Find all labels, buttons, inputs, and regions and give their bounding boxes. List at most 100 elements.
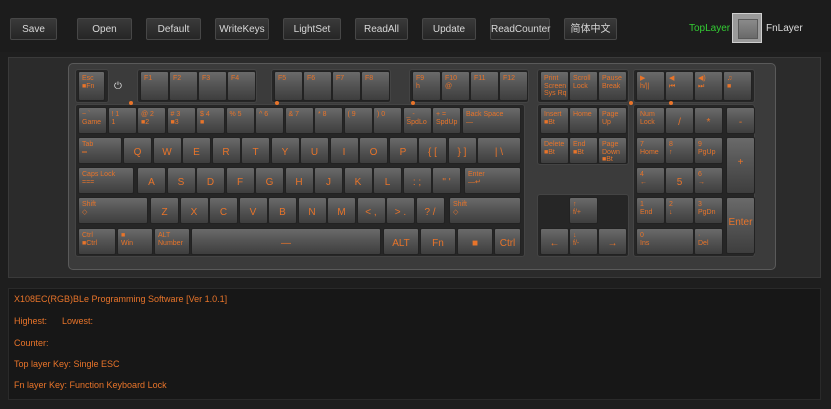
key-menu[interactable]: ■ <box>457 228 493 255</box>
key-n5[interactable]: % 5 <box>225 107 255 134</box>
key-m1[interactable]: ▶ h/|| <box>636 71 665 101</box>
key-home[interactable]: Home <box>569 107 598 134</box>
key-k[interactable]: K <box>343 167 373 194</box>
fnlayer-label[interactable]: FnLayer <box>766 23 803 34</box>
key-kpdot[interactable]: · Del <box>694 228 723 255</box>
key-prtsc[interactable]: Print Screen Sys Rq <box>540 71 569 101</box>
key-g[interactable]: G <box>255 167 284 194</box>
key-x[interactable]: X <box>179 197 209 224</box>
key-n6[interactable]: ^ 6 <box>255 107 284 134</box>
key-h[interactable]: H <box>284 167 314 194</box>
key-lshift[interactable]: Shift ◇ <box>78 197 148 224</box>
key-f8[interactable]: F8 <box>361 71 390 101</box>
key-p[interactable]: P <box>388 137 418 164</box>
key-rctrl[interactable]: Ctrl <box>494 228 521 255</box>
key-esc[interactable]: Esc ■Fn <box>78 71 105 101</box>
readcounter-button[interactable]: ReadCounter <box>490 18 550 40</box>
key-end[interactable]: End ■Bt <box>569 137 598 164</box>
key-f4[interactable]: F4 <box>227 71 256 101</box>
key-fn[interactable]: Fn <box>420 228 456 255</box>
key-n4[interactable]: $ 4 ■ <box>196 107 225 134</box>
key-lbr[interactable]: { [ <box>418 137 447 164</box>
key-bksp[interactable]: Back Space — <box>462 107 521 134</box>
open-button[interactable]: Open <box>77 18 132 40</box>
key-lalt[interactable]: ALT Number <box>154 228 190 255</box>
key-pgdn[interactable]: Page Down ■Bt <box>598 137 627 164</box>
key-kpminus[interactable]: - <box>726 107 755 134</box>
key-n1[interactable]: ! 1 1 <box>107 107 137 134</box>
key-up[interactable]: ↑ f/+ <box>569 197 598 224</box>
key-kpenter[interactable]: Enter <box>726 197 755 254</box>
key-equal[interactable]: + = SpdUp <box>432 107 461 134</box>
key-space[interactable]: — <box>191 228 381 255</box>
key-i[interactable]: I <box>329 137 359 164</box>
key-f12[interactable]: F12 <box>499 71 528 101</box>
key-r[interactable]: R <box>211 137 241 164</box>
key-y[interactable]: Y <box>270 137 300 164</box>
key-scrlk[interactable]: Scroll Lock <box>569 71 598 101</box>
key-u[interactable]: U <box>300 137 329 164</box>
key-period[interactable]: > . <box>386 197 415 224</box>
key-grave[interactable]: ~ ` Game <box>78 107 107 134</box>
key-a[interactable]: A <box>137 167 166 194</box>
key-s[interactable]: S <box>166 167 196 194</box>
key-kp5[interactable]: 5 <box>665 167 694 194</box>
key-tab[interactable]: Tab ═ <box>78 137 122 164</box>
key-m3[interactable]: ◀) ⏭ <box>694 71 723 101</box>
key-e[interactable]: E <box>182 137 211 164</box>
key-q[interactable]: Q <box>123 137 152 164</box>
key-f11[interactable]: F11 <box>470 71 499 101</box>
key-j[interactable]: J <box>314 167 343 194</box>
key-ralt[interactable]: ALT <box>383 228 419 255</box>
key-down[interactable]: ↓ f/- <box>569 228 598 255</box>
key-minus[interactable]: _ - SpdLo <box>402 107 432 134</box>
layer-toggle[interactable] <box>732 13 762 43</box>
key-semi[interactable]: : ; <box>402 167 432 194</box>
key-f1[interactable]: F1 <box>140 71 169 101</box>
key-kp8[interactable]: 8 ↑ <box>665 137 694 164</box>
language-button[interactable]: 简体中文 <box>564 18 617 40</box>
key-kp1[interactable]: 1 End <box>636 197 665 224</box>
default-button[interactable]: Default <box>146 18 201 40</box>
key-n7[interactable]: & 7 <box>284 107 314 134</box>
key-kp3[interactable]: 3 PgDn <box>694 197 723 224</box>
key-quote[interactable]: " ' <box>432 167 461 194</box>
key-lwin[interactable]: ■ Win <box>117 228 153 255</box>
key-f[interactable]: F <box>225 167 255 194</box>
key-t[interactable]: T <box>241 137 270 164</box>
save-button[interactable]: Save <box>10 18 57 40</box>
key-enter[interactable]: Enter —↵ <box>464 167 521 194</box>
key-right[interactable]: → <box>598 228 627 255</box>
key-d[interactable]: D <box>196 167 225 194</box>
key-kp7[interactable]: 7 Home <box>636 137 665 164</box>
key-rbr[interactable]: } ] <box>447 137 477 164</box>
key-kpplus[interactable]: + <box>726 137 755 194</box>
key-f3[interactable]: F3 <box>198 71 227 101</box>
key-kpslash[interactable]: / <box>665 107 694 134</box>
key-f9[interactable]: F9 h <box>412 71 441 101</box>
key-w[interactable]: W <box>152 137 182 164</box>
key-z[interactable]: Z <box>150 197 179 224</box>
key-caps[interactable]: Caps Lock === <box>78 167 134 194</box>
key-n3[interactable]: # 3 ■3 <box>166 107 196 134</box>
key-rshift[interactable]: Shift ◇ <box>449 197 521 224</box>
key-kp2[interactable]: 2 ↓ <box>665 197 694 224</box>
key-kp4[interactable]: 4 ← <box>636 167 665 194</box>
key-l[interactable]: L <box>373 167 402 194</box>
key-n9[interactable]: ( 9 <box>343 107 373 134</box>
key-ins[interactable]: Insert ■Bt <box>540 107 569 134</box>
key-o[interactable]: O <box>359 137 388 164</box>
key-c[interactable]: C <box>209 197 238 224</box>
key-pause[interactable]: Pause Break <box>598 71 627 101</box>
key-n[interactable]: N <box>297 197 327 224</box>
key-del[interactable]: Delete ■Bt <box>540 137 569 164</box>
key-kp6[interactable]: 6 → <box>694 167 723 194</box>
key-m[interactable]: M <box>327 197 356 224</box>
key-b[interactable]: B <box>268 197 297 224</box>
toplayer-label[interactable]: TopLayer <box>689 23 730 34</box>
key-pgup[interactable]: Page Up <box>598 107 627 134</box>
key-bslash[interactable]: | \ <box>477 137 521 164</box>
key-left[interactable]: ← <box>540 228 569 255</box>
key-n2[interactable]: @ 2 ■2 <box>137 107 166 134</box>
update-button[interactable]: Update <box>422 18 476 40</box>
